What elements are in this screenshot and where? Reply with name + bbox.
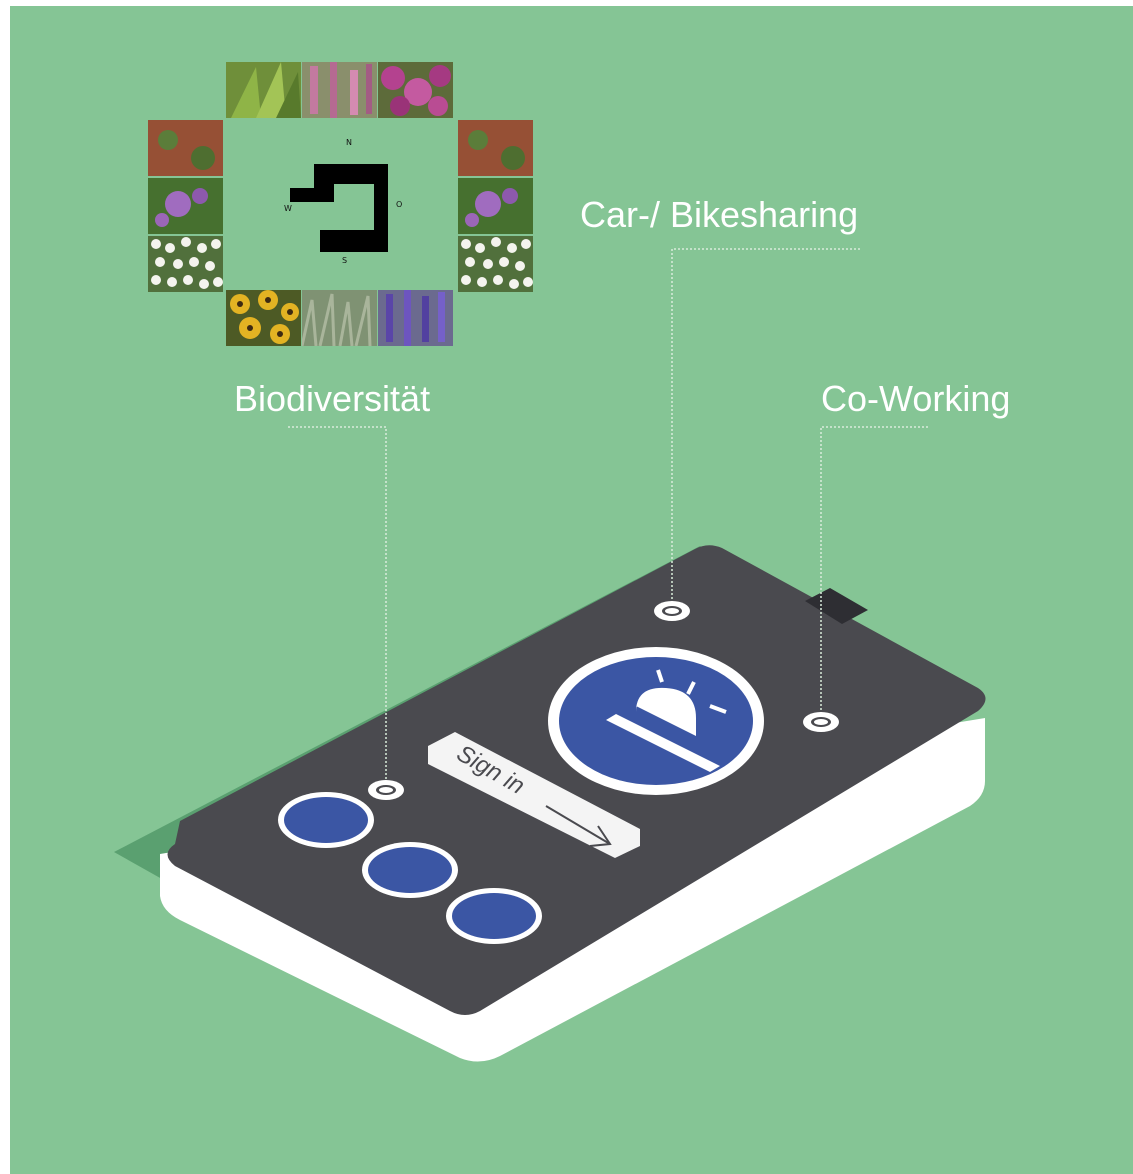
callout-biodiversity: Biodiversität bbox=[234, 378, 431, 419]
action-button-2[interactable] bbox=[362, 842, 458, 898]
callout-coworking: Co-Working bbox=[821, 378, 1011, 419]
action-button-1[interactable] bbox=[278, 792, 374, 848]
phone-illustration: Sign in bbox=[114, 248, 986, 1062]
callout-sharing: Car-/ Bikesharing bbox=[580, 194, 859, 235]
alarm-button[interactable] bbox=[548, 647, 764, 795]
illustration-canvas: N O S W Sign in Biodiversität Car-/ Bike… bbox=[10, 6, 1133, 1174]
action-button-3[interactable] bbox=[446, 888, 542, 944]
